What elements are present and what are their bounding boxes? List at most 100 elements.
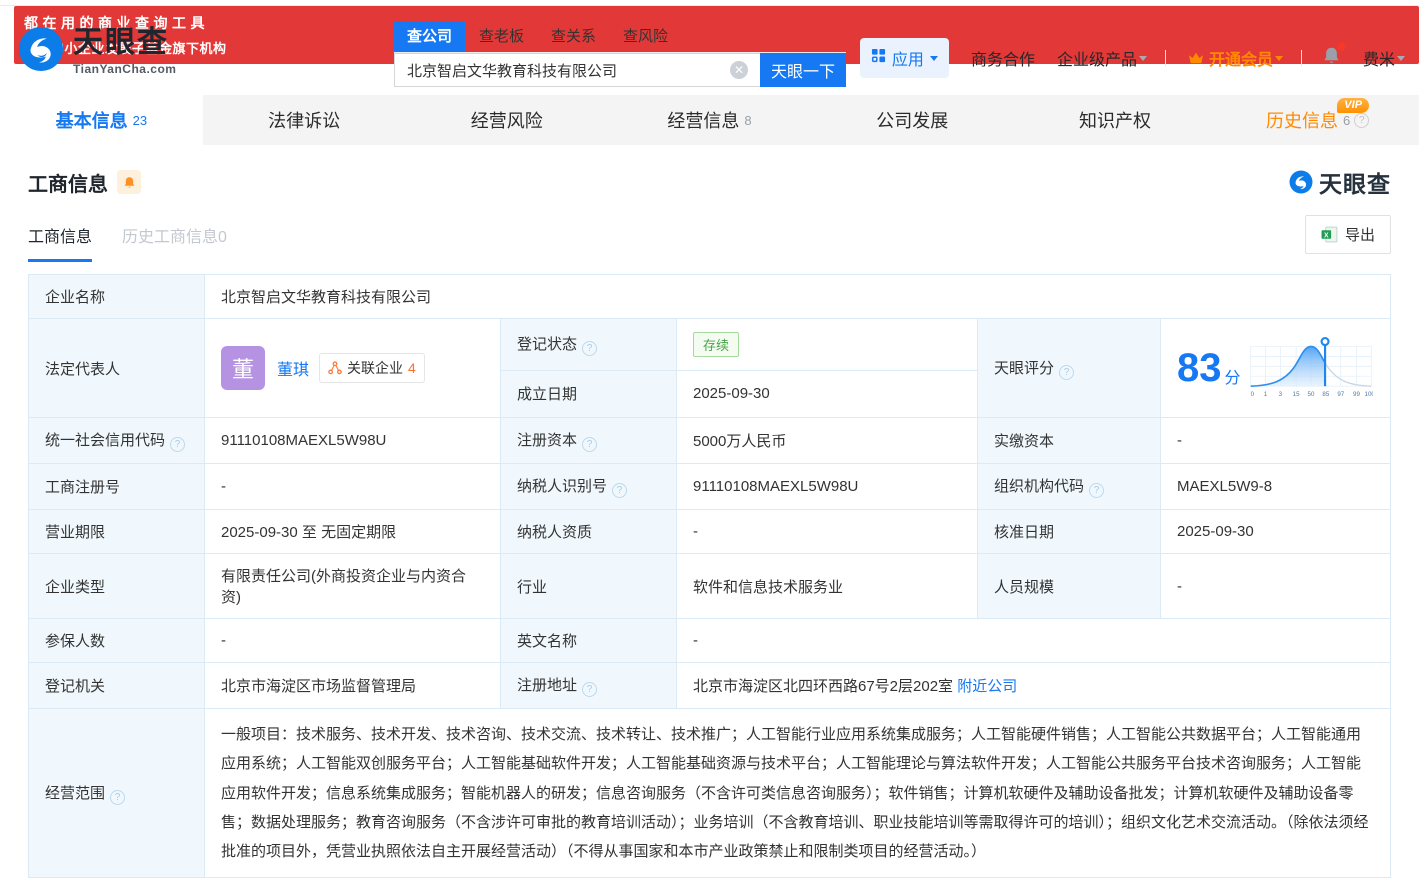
registered-address-value: 北京市海淀区北四环西路67号2层202室	[693, 678, 953, 695]
apps-grid-icon	[871, 48, 886, 68]
score-axis-tick: 0	[1250, 391, 1254, 398]
reg-status-label: 登记状态	[517, 336, 577, 353]
tab-label: 经营信息	[667, 107, 739, 133]
subtab-current-registration[interactable]: 工商信息	[28, 223, 92, 262]
table-row: 营业期限 2025-09-30 至 无固定期限 纳税人资质 - 核准日期 202…	[29, 510, 1391, 554]
section-title: 工商信息	[28, 168, 108, 197]
tab-company-development[interactable]: 公司发展	[811, 95, 1014, 145]
registered-address-cell: 北京市海淀区北四环西路67号2层202室 附近公司	[677, 663, 1391, 709]
search-tab-boss[interactable]: 查老板	[479, 21, 524, 52]
table-row: 工商注册号 - 纳税人识别号? 91110108MAEXL5W98U 组织机构代…	[29, 464, 1391, 510]
subtab-row: 工商信息 历史工商信息0 X 导出	[28, 215, 1391, 262]
site-logo[interactable]: 天眼查 TianYanCha.com	[18, 26, 176, 77]
clear-input-icon[interactable]: ✕	[730, 61, 748, 79]
bell-icon	[123, 176, 136, 189]
search-input[interactable]	[394, 53, 760, 87]
help-icon[interactable]: ?	[582, 682, 597, 697]
legal-rep-name-link[interactable]: 董琪	[277, 356, 309, 380]
business-registration-table: 企业名称 北京智启文华教育科技有限公司 法定代表人 董 董琪 关	[28, 274, 1391, 878]
org-code-value: MAEXL5W9-8	[1161, 464, 1391, 510]
legal-rep-avatar[interactable]: 董	[221, 346, 265, 390]
org-code-label: 组织机构代码	[994, 478, 1084, 495]
registration-authority-label: 登记机关	[29, 663, 205, 709]
search-tab-risk[interactable]: 查风险	[623, 21, 668, 52]
table-row: 法定代表人 董 董琪 关联企业 4	[29, 319, 1391, 371]
tab-intellectual-property[interactable]: 知识产权	[1014, 95, 1217, 145]
english-name-value: -	[677, 619, 1391, 663]
help-icon[interactable]: ?	[170, 437, 185, 452]
company-name-label: 企业名称	[29, 275, 205, 319]
tab-count: 8	[744, 113, 751, 128]
subscribe-bell-button[interactable]	[117, 170, 141, 194]
help-icon[interactable]: ?	[1059, 365, 1074, 380]
chevron-down-icon	[1275, 56, 1283, 61]
insured-count-value: -	[205, 619, 501, 663]
search-tab-company[interactable]: 查公司	[394, 21, 465, 52]
reg-no-value: -	[205, 464, 501, 510]
score-unit: 分	[1225, 364, 1241, 388]
search-tab-relation[interactable]: 查关系	[551, 21, 596, 52]
taxpayer-qualification-value: -	[677, 510, 978, 554]
help-icon[interactable]: ?	[582, 341, 597, 356]
staff-size-label: 人员规模	[978, 554, 1161, 619]
tianyancha-logo-icon	[18, 26, 64, 77]
taxpayer-qualification-label: 纳税人资质	[501, 510, 677, 554]
tab-label: 经营风险	[471, 107, 543, 133]
search-tabs: 查公司 查老板 查关系 查风险	[394, 21, 846, 53]
help-icon[interactable]: ?	[582, 437, 597, 452]
tab-basic-info[interactable]: 基本信息 23	[0, 95, 203, 145]
help-icon[interactable]: ?	[1354, 113, 1369, 128]
nav-enterprise[interactable]: 企业级产品	[1057, 46, 1147, 70]
nav-cooperation[interactable]: 商务合作	[971, 46, 1035, 70]
tab-operational-risk[interactable]: 经营风险	[405, 95, 608, 145]
subtab-history-registration[interactable]: 历史工商信息0	[122, 223, 227, 262]
watermark-text: 天眼查	[1319, 165, 1391, 199]
apps-menu-button[interactable]: 应用	[860, 38, 949, 78]
taxpayer-id-value: 91110108MAEXL5W98U	[677, 464, 978, 510]
business-scope-label-cell: 经营范围?	[29, 709, 205, 878]
score-axis-tick: 85	[1322, 391, 1329, 398]
paid-capital-value: -	[1161, 418, 1391, 464]
registered-address-label-cell: 注册地址?	[501, 663, 677, 709]
top-nav: 应用 商务合作 企业级产品 开通会员 费米	[860, 38, 1405, 78]
tab-label: 知识产权	[1079, 107, 1151, 133]
nav-vip-upgrade[interactable]: 开通会员	[1188, 46, 1283, 70]
taxpayer-id-label: 纳税人识别号	[517, 478, 607, 495]
notifications-button[interactable]	[1322, 46, 1341, 70]
org-network-icon	[328, 361, 342, 375]
table-row: 登记机关 北京市海淀区市场监督管理局 注册地址? 北京市海淀区北四环西路67号2…	[29, 663, 1391, 709]
help-icon[interactable]: ?	[1089, 483, 1104, 498]
establish-date-value: 2025-09-30	[677, 370, 978, 417]
export-button[interactable]: X 导出	[1305, 215, 1391, 254]
tab-legal-litigation[interactable]: 法律诉讼	[203, 95, 406, 145]
tab-business-info[interactable]: 经营信息 8	[608, 95, 811, 145]
nearby-companies-link[interactable]: 附近公司	[957, 678, 1017, 695]
org-code-label-cell: 组织机构代码?	[978, 464, 1161, 510]
nav-user-menu[interactable]: 费米	[1363, 46, 1405, 70]
uscc-label-cell: 统一社会信用代码?	[29, 418, 205, 464]
search-button[interactable]: 天眼一下	[760, 53, 846, 87]
taxpayer-id-label-cell: 纳税人识别号?	[501, 464, 677, 510]
industry-value: 软件和信息技术服务业	[677, 554, 978, 619]
score-distribution-chart: 0 1 3 15 50 85 97 99 100	[1249, 330, 1373, 406]
table-row: 企业名称 北京智启文华教育科技有限公司	[29, 275, 1391, 319]
english-name-label: 英文名称	[501, 619, 677, 663]
business-scope-label: 经营范围	[45, 785, 105, 802]
chevron-down-icon	[930, 56, 938, 61]
uscc-value: 91110108MAEXL5W98U	[205, 418, 501, 464]
reg-capital-label: 注册资本	[517, 432, 577, 449]
chevron-down-icon	[1397, 56, 1405, 61]
help-icon[interactable]: ?	[612, 483, 627, 498]
tab-history-info[interactable]: VIP 历史信息 6 ?	[1216, 95, 1419, 145]
site-header: 天眼查 TianYanCha.com 都在用的商业查询工具 国家中小企业发展子基…	[0, 6, 1419, 95]
help-icon[interactable]: ?	[110, 790, 125, 805]
apps-label: 应用	[892, 46, 924, 70]
staff-size-value: -	[1161, 554, 1391, 619]
score-axis-tick: 97	[1337, 391, 1344, 398]
related-companies-badge[interactable]: 关联企业 4	[319, 353, 425, 383]
brand-text: 天眼查 TianYanCha.com	[73, 28, 176, 76]
nav-username: 费米	[1363, 46, 1395, 70]
reg-capital-label-cell: 注册资本?	[501, 418, 677, 464]
paid-capital-label: 实缴资本	[978, 418, 1161, 464]
insured-count-label: 参保人数	[29, 619, 205, 663]
